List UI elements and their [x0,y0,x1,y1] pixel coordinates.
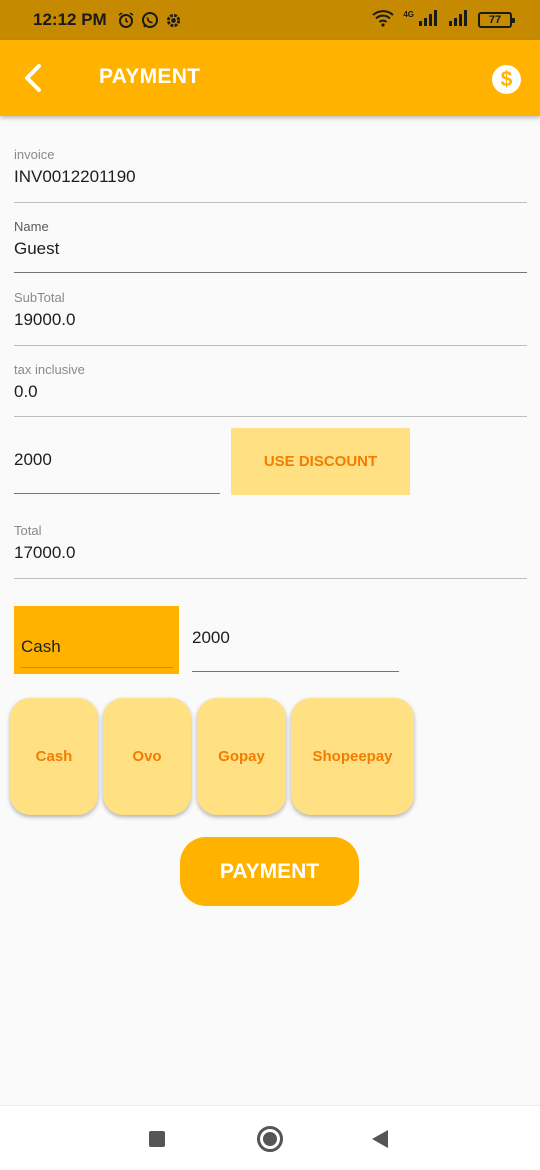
payment-option-gopay[interactable]: Gopay [197,698,286,815]
subtotal-field[interactable]: SubTotal 19000.0 [14,290,527,346]
whatsapp-icon [141,11,159,29]
name-field[interactable]: Name Guest [14,219,527,274]
total-label: Total [14,523,42,538]
status-right: 4G 77 [371,9,515,32]
navigation-bar [0,1105,540,1170]
invoice-value: INV0012201190 [14,167,136,186]
amount-value: 2000 [192,628,230,647]
name-value: Guest [14,239,60,258]
subtotal-label: SubTotal [14,290,65,305]
payment-option-shopeepay[interactable]: Shopeepay [291,698,414,815]
total-field[interactable]: Total 17000.0 [14,523,527,579]
home-icon[interactable] [257,1126,283,1152]
status-bar: 12:12 PM 4G 77 [0,0,540,40]
total-value: 17000.0 [14,543,76,562]
payment-option-ovo[interactable]: Ovo [103,698,191,815]
divider [14,416,527,417]
home-icon-dot [263,1132,277,1146]
divider [14,272,527,273]
divider [14,578,527,579]
payment-method-select[interactable]: Cash [14,606,179,674]
battery-icon: 77 [478,12,515,28]
back-button[interactable] [16,60,50,96]
subtotal-value: 19000.0 [14,310,76,329]
name-label: Name [14,219,49,234]
divider [14,493,220,494]
alarm-icon [117,11,135,29]
chevron-left-icon [25,64,41,92]
payment-method-value: Cash [21,637,61,656]
tax-value: 0.0 [14,382,38,401]
divider [192,671,399,672]
back-triangle-icon[interactable] [372,1130,388,1148]
tax-label: tax inclusive [14,362,85,377]
divider [14,345,527,346]
app-bar: PAYMENT $ [0,40,540,116]
amount-input[interactable]: 2000 [192,628,399,673]
payment-option-cash[interactable]: Cash [10,698,98,815]
use-discount-button[interactable]: USE DISCOUNT [231,428,410,495]
settings-icon [165,12,182,29]
invoice-field[interactable]: invoice INV0012201190 [14,147,527,203]
status-time: 12:12 PM [33,10,107,29]
discount-input[interactable]: 2000 [14,450,220,494]
signal-icon [418,9,440,31]
wifi-icon [371,9,395,32]
discount-value: 2000 [14,450,52,469]
divider [20,667,173,668]
recents-icon[interactable] [149,1131,165,1147]
network-label: 4G [403,9,414,19]
invoice-label: invoice [14,147,55,162]
signal-icon [448,9,470,31]
page-title: PAYMENT [99,65,201,88]
divider [14,202,527,203]
tax-field[interactable]: tax inclusive 0.0 [14,362,527,417]
payment-button[interactable]: PAYMENT [180,837,359,906]
dollar-coin-icon[interactable]: $ [492,65,521,94]
